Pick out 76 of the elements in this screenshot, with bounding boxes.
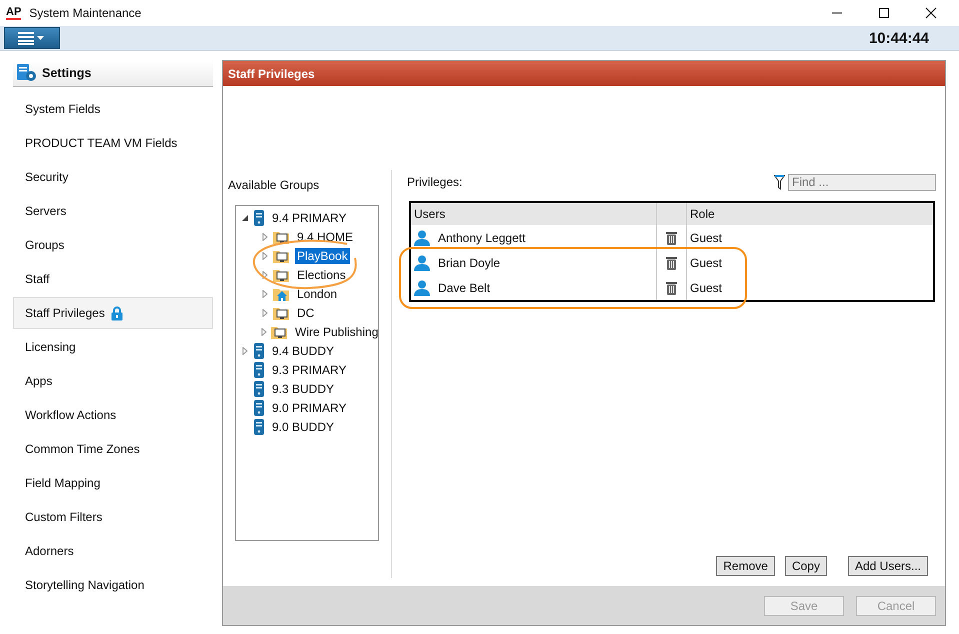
role-cell-text: Guest bbox=[689, 254, 722, 272]
close-icon[interactable] bbox=[925, 7, 937, 19]
collapse-arrow-icon[interactable] bbox=[240, 214, 250, 222]
sidebar-item[interactable]: Apps bbox=[13, 365, 213, 397]
folder-monitor-icon bbox=[273, 230, 290, 244]
sidebar-item[interactable]: Groups bbox=[13, 229, 213, 261]
menu-button[interactable] bbox=[4, 27, 60, 49]
tree-item[interactable]: 9.0 BUDDY bbox=[270, 418, 336, 434]
tree-item[interactable]: 9.4 PRIMARY bbox=[270, 210, 348, 226]
server-icon bbox=[253, 400, 265, 416]
expand-arrow-icon[interactable] bbox=[260, 290, 270, 298]
tree-item[interactable]: 9.4 BUDDY bbox=[270, 342, 336, 358]
sidebar-item[interactable]: Security bbox=[13, 161, 213, 193]
user-icon bbox=[414, 280, 430, 296]
sidebar-item[interactable]: Servers bbox=[13, 195, 213, 227]
tree-item[interactable]: 9.0 PRIMARY bbox=[270, 400, 348, 416]
sidebar-item[interactable]: Storytelling Navigation bbox=[13, 569, 213, 601]
action-button[interactable]: Copy bbox=[784, 556, 827, 576]
sidebar-item[interactable]: Adorners bbox=[13, 535, 213, 567]
folder-monitor-icon bbox=[273, 306, 290, 320]
privileges-label: Privileges: bbox=[407, 175, 462, 189]
tree-item[interactable]: PlayBook bbox=[295, 248, 350, 264]
tree-item[interactable]: London bbox=[295, 286, 340, 302]
server-icon bbox=[253, 210, 265, 226]
sidebar-title: Settings bbox=[42, 66, 92, 80]
folder-house-icon bbox=[273, 286, 290, 300]
server-icon bbox=[253, 362, 265, 378]
trash-icon[interactable] bbox=[666, 256, 677, 270]
user-name: Anthony Leggett bbox=[438, 230, 526, 244]
sidebar-item[interactable]: Common Time Zones bbox=[13, 433, 213, 465]
user-name: Brian Doyle bbox=[438, 256, 500, 270]
sidebar-item[interactable]: System Fields bbox=[13, 93, 213, 125]
search-field[interactable]: Find ... bbox=[788, 174, 936, 190]
sidebar-item[interactable]: PRODUCT TEAM VM Fields bbox=[13, 127, 213, 159]
expand-arrow-icon[interactable] bbox=[260, 328, 268, 336]
sidebar-item[interactable]: Field Mapping bbox=[13, 467, 213, 499]
folder-monitor-icon bbox=[271, 324, 288, 338]
clock: 10:44:44 bbox=[868, 30, 930, 46]
action-button[interactable]: Remove bbox=[716, 556, 775, 576]
column-header: Users bbox=[413, 206, 446, 223]
sidebar-item[interactable]: Licensing bbox=[13, 331, 213, 363]
user-icon bbox=[414, 230, 430, 246]
user-icon bbox=[414, 254, 430, 270]
sidebar-item[interactable]: Staff Privileges bbox=[13, 297, 213, 329]
window-title: System Maintenance bbox=[29, 6, 142, 20]
panel-header: Staff Privileges bbox=[223, 61, 945, 86]
folder-monitor-icon bbox=[273, 248, 290, 262]
groups-label: Available Groups bbox=[228, 178, 320, 192]
maximize-icon[interactable] bbox=[878, 7, 890, 19]
server-icon bbox=[253, 380, 265, 396]
expand-arrow-icon[interactable] bbox=[240, 346, 250, 354]
app-logo: AP bbox=[6, 6, 22, 20]
settings-icon bbox=[16, 64, 38, 82]
role-cell-text: Guest bbox=[689, 230, 722, 246]
trash-icon[interactable] bbox=[666, 230, 677, 244]
tree-item[interactable]: Elections bbox=[295, 266, 348, 282]
filter-icon[interactable] bbox=[774, 174, 785, 190]
tree-item[interactable]: 9.3 BUDDY bbox=[270, 380, 336, 396]
sidebar-item[interactable]: Workflow Actions bbox=[13, 399, 213, 431]
expand-arrow-icon[interactable] bbox=[260, 232, 270, 240]
trash-icon[interactable] bbox=[666, 280, 677, 294]
server-icon bbox=[253, 418, 265, 434]
user-name: Dave Belt bbox=[438, 280, 490, 294]
column-header: Role bbox=[689, 206, 715, 223]
server-icon bbox=[253, 342, 265, 358]
expand-arrow-icon[interactable] bbox=[260, 252, 270, 260]
role-cell-text: Guest bbox=[689, 280, 722, 296]
expand-arrow-icon[interactable] bbox=[260, 308, 270, 316]
expand-arrow-icon[interactable] bbox=[260, 270, 270, 278]
sidebar-item[interactable]: Staff bbox=[13, 263, 213, 295]
sidebar-item[interactable]: Custom Filters bbox=[13, 501, 213, 533]
tree-item[interactable]: DC bbox=[295, 304, 316, 320]
folder-monitor-icon bbox=[273, 268, 290, 282]
tree-item[interactable]: 9.3 PRIMARY bbox=[270, 362, 348, 378]
tree-item[interactable]: Wire Publishing bbox=[293, 324, 378, 340]
action-button[interactable]: Add Users... bbox=[848, 556, 928, 576]
